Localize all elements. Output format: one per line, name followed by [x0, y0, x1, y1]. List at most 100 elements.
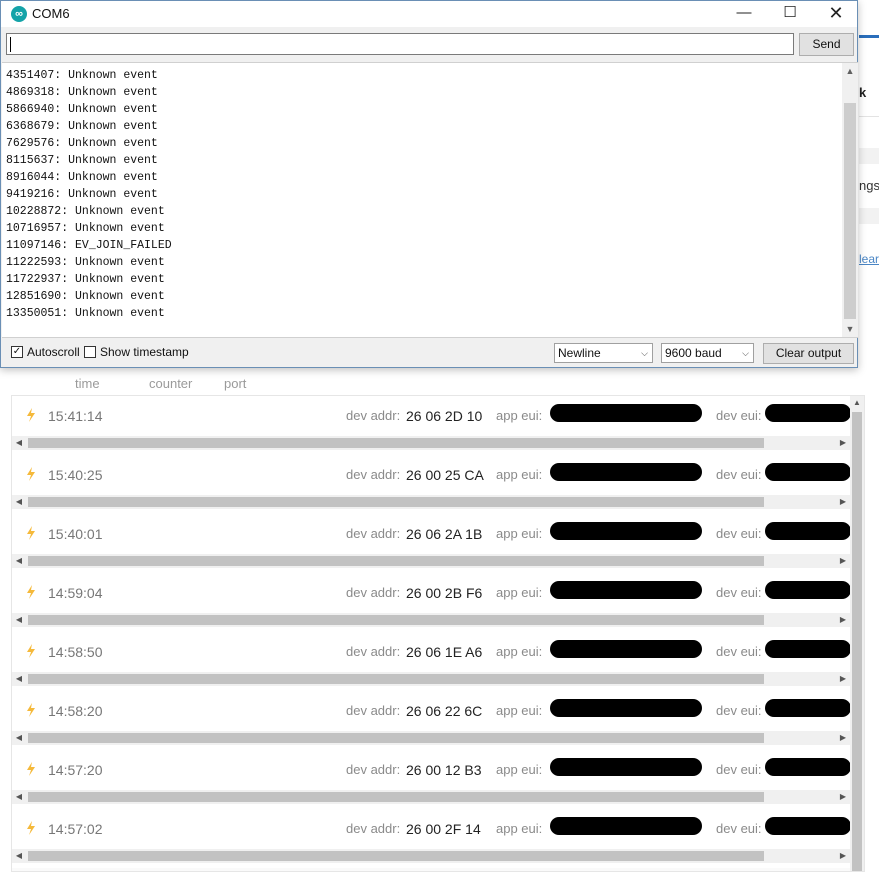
scroll-right-arrow-icon[interactable]: ▶ [836, 790, 850, 804]
scroll-left-arrow-icon[interactable]: ◀ [12, 790, 26, 804]
clear-output-button[interactable]: Clear output [763, 343, 854, 364]
redacted-dev-eui [765, 699, 851, 717]
event-row[interactable]: 15:40:25 dev addr: 26 00 25 CA app eui: dev … [12, 455, 851, 514]
serial-output[interactable]: 4351407: Unknown event 4869318: Unknown e… [2, 62, 858, 338]
app-eui-label: app eui: [496, 408, 543, 423]
app-eui-label: app eui: [496, 467, 543, 482]
scrollbar-thumb[interactable] [28, 733, 764, 743]
dev-addr-label: dev addr: [346, 467, 401, 482]
event-row-content: 14:58:50 dev addr: 26 06 1E A6 app eui: dev … [12, 632, 851, 672]
event-row-content: 15:40:01 dev addr: 26 06 2A 1B app eui: dev … [12, 514, 851, 554]
event-row[interactable]: 14:57:20 dev addr: 26 00 12 B3 app eui: dev … [12, 750, 851, 809]
scroll-left-arrow-icon[interactable]: ◀ [12, 436, 26, 450]
dev-eui-label: dev eui: [716, 703, 762, 718]
event-list-scrollbar[interactable]: ▲ [850, 396, 864, 871]
scroll-right-arrow-icon[interactable]: ▶ [836, 495, 850, 509]
scrollbar-thumb[interactable] [28, 615, 764, 625]
redacted-app-eui [550, 699, 702, 717]
event-time: 14:59:04 [48, 585, 103, 601]
scrollbar-thumb[interactable] [28, 556, 764, 566]
baud-rate-select[interactable]: 9600 baud ⌵ [661, 343, 754, 363]
send-button[interactable]: Send [799, 33, 854, 56]
dev-eui-label: dev eui: [716, 467, 762, 482]
close-button[interactable]: ✕ [813, 1, 859, 27]
check-mark-icon: ✓ [12, 346, 22, 357]
scrollbar-thumb[interactable] [28, 674, 764, 684]
event-time: 14:57:02 [48, 821, 103, 837]
maximize-button[interactable]: ☐ [767, 1, 813, 27]
dev-eui-label: dev eui: [716, 526, 762, 541]
scrollbar-thumb[interactable] [28, 851, 764, 861]
redacted-dev-eui [765, 817, 851, 835]
output-line: 6368679: Unknown event [6, 120, 158, 133]
scroll-right-arrow-icon[interactable]: ▶ [836, 436, 850, 450]
clear-link-partial[interactable]: lear [859, 252, 879, 266]
autoscroll-checkbox[interactable]: ✓ [11, 346, 23, 358]
event-row[interactable]: 14:58:50 dev addr: 26 06 1E A6 app eui: dev … [12, 632, 851, 691]
settings-link-partial[interactable]: ngs [859, 178, 879, 193]
lightning-icon [27, 703, 35, 717]
output-line: 11222593: Unknown event [6, 256, 165, 269]
row-horizontal-scrollbar[interactable]: ◀ ▶ [12, 554, 850, 568]
dev-eui-label: dev eui: [716, 762, 762, 777]
scroll-down-arrow-icon[interactable]: ▼ [842, 321, 858, 337]
scrollbar-thumb[interactable] [844, 103, 856, 319]
scroll-left-arrow-icon[interactable]: ◀ [12, 849, 26, 863]
scroll-up-arrow-icon[interactable]: ▲ [850, 396, 864, 410]
scroll-left-arrow-icon[interactable]: ◀ [12, 731, 26, 745]
lightning-icon [27, 526, 35, 540]
output-scrollbar[interactable]: ▲ ▼ [842, 63, 858, 337]
event-row[interactable]: 14:58:20 dev addr: 26 06 22 6C app eui: dev … [12, 691, 851, 750]
redacted-app-eui [550, 817, 702, 835]
row-horizontal-scrollbar[interactable]: ◀ ▶ [12, 849, 850, 863]
row-horizontal-scrollbar[interactable]: ◀ ▶ [12, 731, 850, 745]
scroll-right-arrow-icon[interactable]: ▶ [836, 613, 850, 627]
dev-addr-label: dev addr: [346, 585, 401, 600]
row-horizontal-scrollbar[interactable]: ◀ ▶ [12, 495, 850, 509]
scrollbar-thumb[interactable] [28, 438, 764, 448]
output-line: 9419216: Unknown event [6, 188, 158, 201]
dev-eui-label: dev eui: [716, 408, 762, 423]
redacted-dev-eui [765, 522, 851, 540]
panel-band [859, 208, 879, 224]
scrollbar-thumb[interactable] [28, 792, 764, 802]
scroll-left-arrow-icon[interactable]: ◀ [12, 672, 26, 686]
event-time: 15:41:14 [48, 408, 103, 424]
scroll-right-arrow-icon[interactable]: ▶ [836, 672, 850, 686]
minimize-button[interactable]: — [721, 1, 767, 27]
lightning-icon [27, 408, 35, 422]
scroll-up-arrow-icon[interactable]: ▲ [842, 63, 858, 79]
scroll-left-arrow-icon[interactable]: ◀ [12, 554, 26, 568]
row-horizontal-scrollbar[interactable]: ◀ ▶ [12, 790, 850, 804]
app-eui-label: app eui: [496, 821, 543, 836]
scroll-left-arrow-icon[interactable]: ◀ [12, 495, 26, 509]
app-eui-label: app eui: [496, 585, 543, 600]
text-caret [10, 37, 11, 52]
output-lines: 4351407: Unknown event 4869318: Unknown e… [6, 67, 172, 322]
scroll-right-arrow-icon[interactable]: ▶ [836, 731, 850, 745]
right-panel-partial: k ngs lear [859, 30, 879, 370]
scroll-right-arrow-icon[interactable]: ▶ [836, 849, 850, 863]
event-row[interactable]: 15:40:01 dev addr: 26 06 2A 1B app eui: dev … [12, 514, 851, 573]
redacted-app-eui [550, 758, 702, 776]
scroll-left-arrow-icon[interactable]: ◀ [12, 613, 26, 627]
line-ending-select[interactable]: Newline ⌵ [554, 343, 653, 363]
lightning-icon [27, 821, 35, 835]
send-input[interactable] [6, 33, 794, 55]
scroll-right-arrow-icon[interactable]: ▶ [836, 554, 850, 568]
event-row[interactable]: 14:59:04 dev addr: 26 00 2B F6 app eui: dev … [12, 573, 851, 632]
dev-addr-label: dev addr: [346, 762, 401, 777]
column-time: time [75, 376, 100, 391]
partial-text-k: k [859, 85, 867, 100]
event-row[interactable]: 15:41:14 dev addr: 26 06 2D 10 app eui: dev … [12, 396, 851, 455]
event-row[interactable]: 14:57:02 dev addr: 26 00 2F 14 app eui: dev … [12, 809, 851, 868]
dev-eui-label: dev eui: [716, 821, 762, 836]
scrollbar-thumb[interactable] [852, 412, 862, 871]
scrollbar-thumb[interactable] [28, 497, 764, 507]
row-horizontal-scrollbar[interactable]: ◀ ▶ [12, 672, 850, 686]
row-horizontal-scrollbar[interactable]: ◀ ▶ [12, 436, 850, 450]
app-eui-label: app eui: [496, 703, 543, 718]
row-horizontal-scrollbar[interactable]: ◀ ▶ [12, 613, 850, 627]
show-timestamp-checkbox[interactable] [84, 346, 96, 358]
lightning-icon [27, 585, 35, 599]
